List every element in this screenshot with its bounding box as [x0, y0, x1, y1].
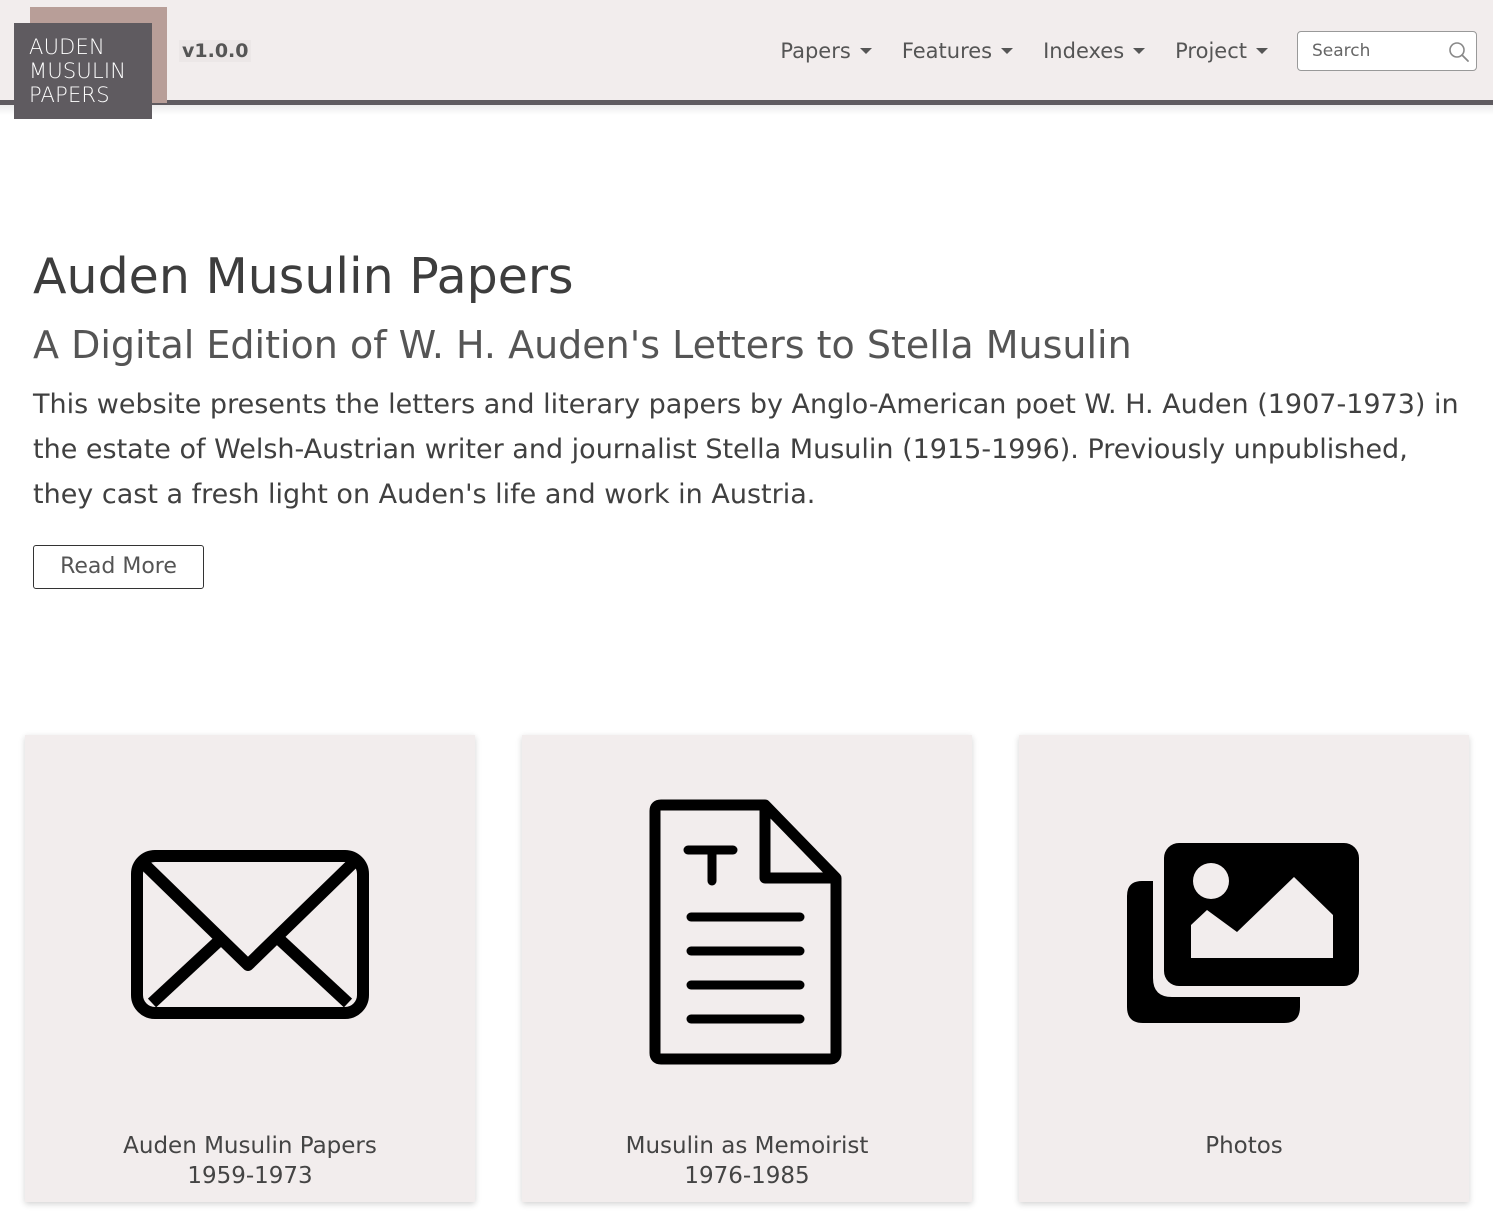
page-subtitle: A Digital Edition of W. H. Auden's Lette…	[33, 323, 1132, 367]
nav-indexes-label: Indexes	[1043, 39, 1125, 63]
card-caption: Auden Musulin Papers 1959-1973	[25, 1131, 475, 1191]
nav-project[interactable]: Project	[1160, 36, 1283, 66]
intro-text: This website presents the letters and li…	[33, 389, 1459, 510]
card-title: Photos	[1205, 1133, 1283, 1159]
card-title: Auden Musulin Papers	[123, 1133, 377, 1159]
card-musulin-as-memoirist[interactable]: Musulin as Memoirist 1976-1985	[522, 735, 972, 1202]
main-nav: Papers Features Indexes Project	[765, 36, 1283, 66]
card-caption: Musulin as Memoirist 1976-1985	[522, 1131, 972, 1191]
card-title: Musulin as Memoirist	[625, 1133, 869, 1159]
card-dates: 1959-1973	[187, 1163, 313, 1189]
search-box	[1297, 31, 1477, 71]
card-caption: Photos	[1019, 1131, 1469, 1161]
caret-down-icon	[859, 48, 872, 54]
page-title: Auden Musulin Papers	[33, 248, 574, 305]
logo-line-3: PAPERS	[29, 83, 110, 107]
search-input[interactable]	[1312, 38, 1442, 64]
card-dates: 1976-1985	[684, 1163, 810, 1189]
site-logo[interactable]: AUDEN MUSULIN PAPERS	[14, 23, 152, 119]
caret-down-icon	[1133, 48, 1146, 54]
navbar-shadow	[0, 105, 1493, 115]
nav-papers[interactable]: Papers	[765, 36, 886, 66]
logo-line-1: AUDEN	[29, 35, 105, 59]
nav-papers-label: Papers	[780, 39, 851, 63]
nav-indexes[interactable]: Indexes	[1028, 36, 1160, 66]
nav-project-label: Project	[1175, 39, 1247, 63]
card-auden-musulin-papers[interactable]: Auden Musulin Papers 1959-1973	[25, 735, 475, 1202]
card-photos[interactable]: Photos	[1019, 735, 1469, 1202]
caret-down-icon	[1256, 48, 1268, 54]
read-more-button[interactable]: Read More	[33, 545, 204, 589]
envelope-icon	[131, 850, 369, 1019]
logo-line-2: MUSULIN	[29, 59, 127, 83]
version-badge: v1.0.0	[179, 40, 252, 62]
text-document-icon	[649, 799, 842, 1065]
nav-features-label: Features	[901, 39, 993, 63]
photos-icon	[1127, 843, 1359, 1023]
nav-features[interactable]: Features	[887, 36, 1028, 66]
search-icon[interactable]	[1448, 41, 1470, 63]
caret-down-icon	[1001, 48, 1014, 54]
